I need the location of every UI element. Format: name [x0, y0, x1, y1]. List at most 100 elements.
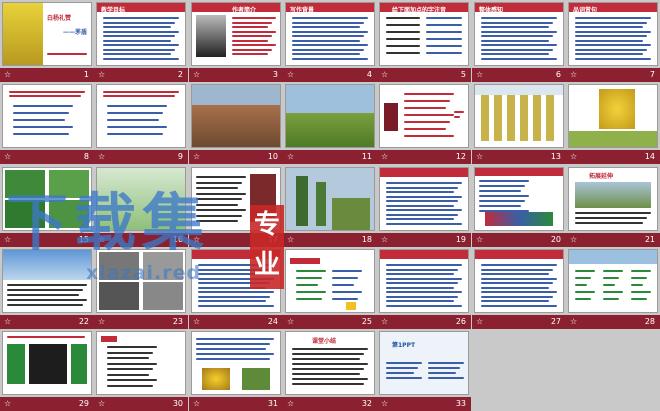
slide-thumbnail[interactable]: ☆ 16 [94, 165, 188, 247]
text-line [7, 304, 83, 306]
slide-thumbnail[interactable]: ☆ 12 [377, 82, 471, 164]
slide-thumbnail[interactable]: 教学目标 ☆ 2 [94, 0, 188, 82]
transition-star-icon: ☆ [570, 152, 578, 161]
slide-thumbnail[interactable]: 整体感知 ☆ 6 [472, 0, 566, 82]
slide-thumbnail[interactable]: ☆ 26 [377, 247, 471, 329]
slide-subtitle: ——茅盾 [63, 29, 88, 36]
slide-number: 15 [78, 235, 89, 244]
text-line [198, 273, 266, 275]
text-line [7, 336, 85, 338]
slide-thumbnail[interactable]: ☆ 28 [566, 247, 660, 329]
slide-thumbnail[interactable]: 品词赏句 ☆ 7 [566, 0, 660, 82]
text-line [631, 291, 651, 293]
text-line [481, 273, 549, 275]
slide-canvas: 课堂小结 [286, 332, 374, 394]
text-line [386, 372, 414, 374]
text-line [103, 30, 179, 33]
slide-thumbnail[interactable]: ☆ 8 [0, 82, 94, 164]
text-line [386, 277, 462, 280]
slide-thumbnail[interactable]: ☆ 27 [472, 247, 566, 329]
thumbnail-footer: ☆ 24 [189, 314, 283, 329]
slide-canvas [97, 85, 185, 147]
text-line [386, 45, 420, 47]
slide-number: 21 [644, 235, 655, 244]
slide-canvas [3, 250, 91, 312]
transition-star-icon: ☆ [4, 70, 12, 79]
slide-thumbnail[interactable]: 第1PPT ☆ 33 [377, 329, 471, 411]
text-line [404, 135, 454, 137]
text-line [196, 358, 270, 360]
text-line [481, 53, 549, 55]
slide-canvas [380, 250, 468, 312]
text-line [103, 48, 175, 51]
slide-number: 32 [361, 399, 372, 408]
slide-number: 8 [83, 152, 89, 161]
thumbnail-footer: ☆ 33 [377, 396, 471, 411]
text-line [631, 270, 651, 272]
slide-thumbnail[interactable]: ☆ 15 [0, 165, 94, 247]
slide-thumbnail[interactable]: ☆ 24 [189, 247, 283, 329]
slide-thumbnail[interactable]: 作者简介 ☆ 3 [189, 0, 283, 82]
portrait-photo [196, 15, 226, 57]
slide-thumbnail[interactable]: ☆ 22 [0, 247, 94, 329]
transition-star-icon: ☆ [381, 70, 389, 79]
text-line [232, 39, 268, 42]
slide-thumbnail[interactable]: 拓展延伸 ☆ 21 [566, 165, 660, 247]
slide-thumbnail[interactable]: ☆ 10 [189, 82, 283, 164]
transition-star-icon: ☆ [381, 399, 389, 408]
slide-thumbnail[interactable]: ☆ 31 [189, 329, 283, 411]
text-line [196, 198, 242, 200]
slide-thumbnail[interactable]: ☆ 30 [94, 329, 188, 411]
slide-thumbnail[interactable]: ☆ 29 [0, 329, 94, 411]
text-line [575, 35, 647, 37]
text-line [631, 298, 647, 300]
green-box [7, 344, 25, 384]
slide-thumbnail[interactable]: 课堂小结 ☆ 32 [283, 329, 377, 411]
text-line [296, 284, 318, 286]
slide-thumbnail[interactable]: ☆ 9 [94, 82, 188, 164]
slide-thumbnail[interactable]: ☆ 14 [566, 82, 660, 164]
slide-thumbnail[interactable]: 给下面加点的字注音 ☆ 5 [377, 0, 471, 82]
text-line [232, 21, 272, 24]
text-line [107, 373, 149, 376]
thumbnail-footer: ☆ 11 [283, 149, 377, 164]
field [332, 198, 370, 230]
slide-canvas: 教学目标 [97, 3, 185, 65]
thumbnail-footer: ☆ 29 [0, 396, 94, 411]
slide-thumbnail[interactable]: 白杨礼赞 ——茅盾 ☆ 1 [0, 0, 94, 82]
text-line [404, 114, 454, 116]
slide-number: 3 [272, 70, 278, 79]
thumbnail-footer: ☆ 27 [472, 314, 566, 329]
plant-photo [242, 368, 270, 390]
text-line [481, 304, 557, 307]
text-line [481, 282, 553, 284]
transition-star-icon: ☆ [193, 152, 201, 161]
text-line [481, 291, 557, 293]
transition-star-icon: ☆ [570, 317, 578, 326]
slide-thumbnail[interactable]: ☆ 25 [283, 247, 377, 329]
slide-thumbnail[interactable]: ☆ 19 [377, 165, 471, 247]
text-line [481, 295, 553, 298]
slide-thumbnail[interactable]: 写作背景 ☆ 4 [283, 0, 377, 82]
transition-star-icon: ☆ [4, 152, 12, 161]
text-line [386, 295, 458, 298]
sun-icon [346, 302, 356, 310]
sky [475, 85, 563, 95]
slide-sorter-grid: 白杨礼赞 ——茅盾 ☆ 1 教学目标 ☆ 2 作者简介 ☆ 3 写作背景 ☆ 4 给下面加点的字注音 ☆ 5 整… [0, 0, 660, 411]
text-line [603, 270, 623, 272]
sky-photo [569, 250, 657, 264]
slide-thumbnail[interactable]: ☆ 20 [472, 165, 566, 247]
slide-thumbnail[interactable]: ☆ 23 [94, 247, 188, 329]
slide-thumbnail[interactable]: ☆ 17 [189, 165, 283, 247]
grassland-photo [286, 113, 374, 147]
slide-number: 4 [366, 70, 372, 79]
text-line [575, 277, 591, 279]
slide-thumbnail[interactable]: ☆ 13 [472, 82, 566, 164]
poplar-tree [546, 95, 554, 141]
slide-thumbnail[interactable]: ☆ 18 [283, 165, 377, 247]
slide-canvas [97, 250, 185, 312]
thumbnail-footer: ☆ 10 [189, 149, 283, 164]
slide-thumbnail[interactable]: ☆ 11 [283, 82, 377, 164]
transition-star-icon: ☆ [287, 70, 295, 79]
text-line [103, 95, 175, 97]
